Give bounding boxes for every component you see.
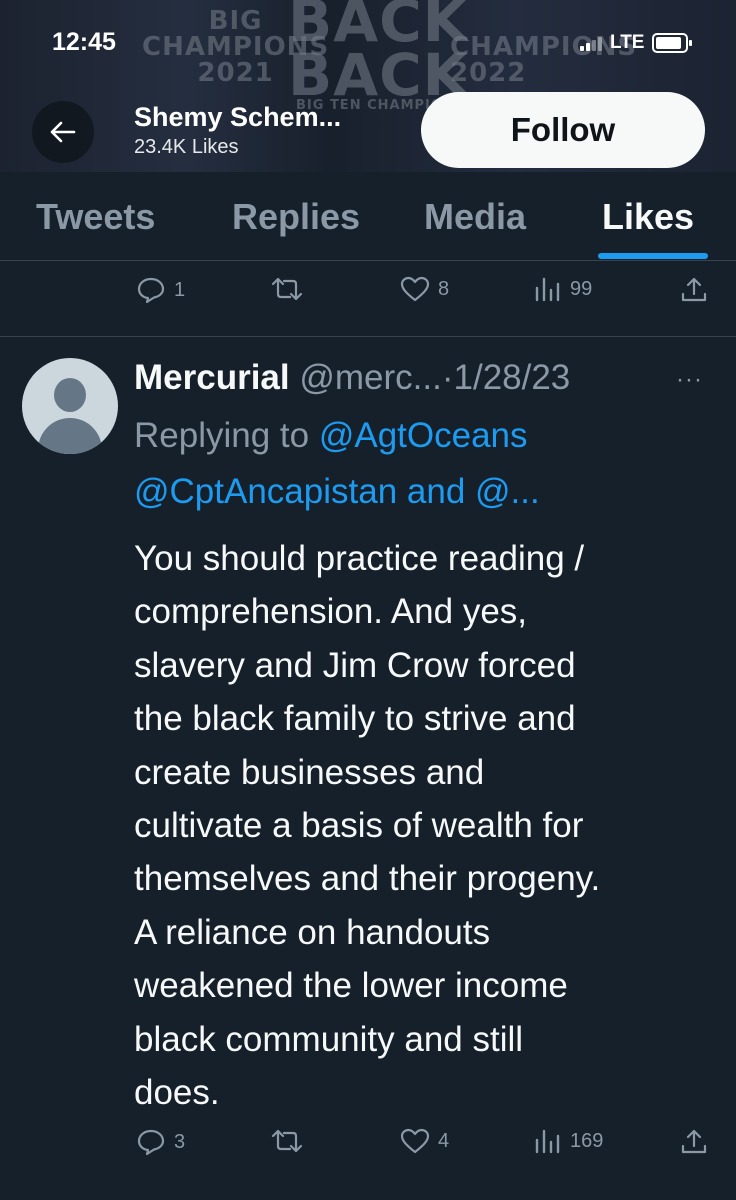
active-tab-indicator: [598, 253, 708, 259]
tab-likes[interactable]: Likes: [602, 196, 694, 238]
tweet-line: does.: [134, 1073, 220, 1113]
tweet-text: You should practice reading / comprehens…: [134, 532, 714, 1119]
views-chart-icon: [535, 277, 560, 302]
like-button[interactable]: 8: [400, 276, 449, 302]
like-count: 8: [438, 277, 450, 300]
views-count: 99: [570, 277, 593, 300]
reply-icon: [137, 1129, 165, 1156]
share-icon: [681, 277, 707, 302]
meta-separator: ·: [441, 358, 454, 397]
retweet-icon: [271, 277, 303, 301]
tweet-header: Mercurial @merc...·1/28/23: [134, 358, 570, 398]
replying-prefix: Replying to: [134, 416, 319, 455]
tab-media[interactable]: Media: [424, 196, 526, 238]
avatar[interactable]: [22, 358, 118, 454]
tweet-line: themselves and their progeny.: [134, 859, 601, 899]
reply-button[interactable]: 1: [136, 276, 185, 304]
tweet-line: create businesses and: [134, 752, 485, 792]
tweet-line: cultivate a basis of wealth for: [134, 806, 584, 846]
follow-button[interactable]: Follow: [421, 92, 705, 168]
tweet-line: weakened the lower income: [134, 966, 568, 1006]
network-label: LTE: [610, 32, 645, 53]
reply-count: 3: [174, 1130, 186, 1153]
tweet-line: A reliance on handouts: [134, 912, 491, 952]
like-button[interactable]: 4: [400, 1128, 449, 1154]
share-button[interactable]: [680, 1128, 708, 1156]
mention-cptancapistan[interactable]: @CptAncapistan and @...: [134, 472, 540, 511]
avatar-head: [54, 378, 86, 412]
tweet-line: You should practice reading /: [134, 539, 585, 578]
tweet-divider: [0, 336, 736, 337]
status-indicators: LTE: [580, 32, 693, 54]
views-button[interactable]: 99: [534, 276, 592, 302]
profile-tabs: Tweets Replies Media Likes: [0, 172, 736, 261]
retweet-button[interactable]: [270, 1128, 304, 1154]
retweet-icon: [271, 1129, 303, 1153]
back-button[interactable]: [32, 101, 94, 163]
profile-name: Shemy Schem...: [134, 102, 342, 132]
tweet-line: comprehension. And yes,: [134, 592, 528, 632]
arrow-left-icon: [50, 121, 76, 143]
reply-count: 1: [174, 278, 186, 301]
views-chart-icon: [535, 1129, 560, 1154]
replying-to-continued: @CptAncapistan and @...: [134, 472, 540, 512]
replying-to: Replying to @AgtOceans: [134, 416, 528, 456]
share-button[interactable]: [680, 276, 708, 304]
tweet-handle[interactable]: @merc...: [299, 358, 441, 397]
views-count: 169: [570, 1129, 604, 1152]
tweet-date[interactable]: 1/28/23: [454, 358, 571, 397]
tweet-actions: 3 4 169: [0, 1128, 736, 1168]
prev-tweet-actions: 1 8 99: [0, 276, 736, 316]
tab-tweets[interactable]: Tweets: [36, 196, 155, 238]
battery-icon: [652, 33, 693, 53]
tweet-line: black community and still: [134, 1019, 524, 1059]
avatar-body: [38, 418, 102, 454]
profile-likes-count: 23.4K Likes: [134, 136, 239, 158]
retweet-button[interactable]: [270, 276, 304, 302]
status-time: 12:45: [52, 28, 116, 56]
views-button[interactable]: 169: [534, 1128, 603, 1154]
reply-icon: [137, 277, 165, 304]
share-icon: [681, 1129, 707, 1154]
like-count: 4: [438, 1129, 450, 1152]
tweet-line: slavery and Jim Crow forced: [134, 645, 576, 685]
signal-icon: [580, 35, 602, 51]
tab-replies[interactable]: Replies: [232, 196, 360, 238]
heart-icon: [400, 1128, 430, 1154]
tweet-line: the black family to strive and: [134, 699, 576, 739]
reply-button[interactable]: 3: [136, 1128, 185, 1156]
heart-icon: [400, 276, 430, 302]
tweet-author[interactable]: Mercurial: [134, 358, 290, 397]
more-options-icon[interactable]: ···: [676, 366, 703, 394]
mention-agtoceans[interactable]: @AgtOceans: [319, 416, 528, 455]
